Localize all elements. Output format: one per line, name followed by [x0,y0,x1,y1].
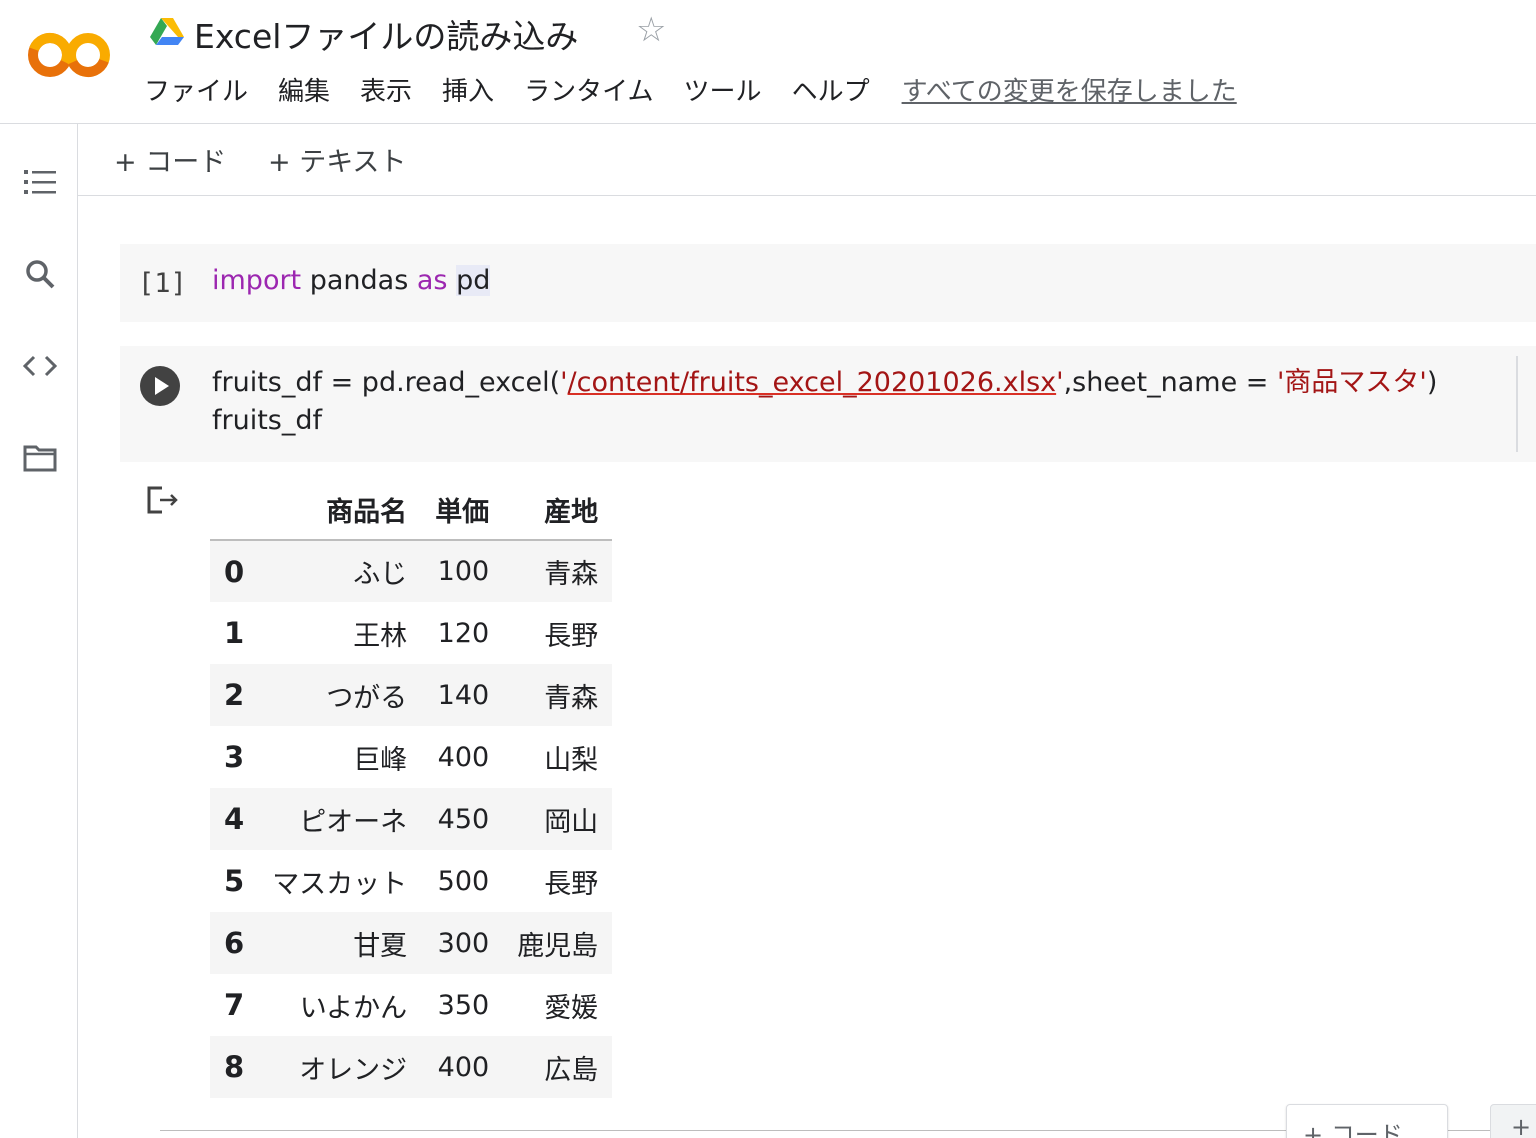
table-cell: マスカット [272,868,408,900]
table-cell: 140 [437,679,490,711]
code-text: pandas [301,265,417,296]
table-cell: 120 [437,617,490,649]
code-cell-read-excel[interactable]: fruits_df = pd.read_excel('/content/frui… [120,346,1536,462]
code-editor[interactable]: fruits_df = pd.read_excel('/content/frui… [212,364,1437,440]
menu-file[interactable]: ファイル [144,71,248,108]
table-row: 1 王林 120 長野 [210,602,612,664]
output-icon[interactable] [146,484,180,516]
table-cell: 300 [437,927,490,959]
keyword-as: as [416,265,448,296]
row-index: 5 [224,864,245,898]
menu-runtime[interactable]: ランタイム [524,71,653,108]
keyword-import: import [212,265,302,296]
add-code-button[interactable]: + コード [114,140,226,179]
code-string: ' [560,367,568,398]
table-cell: 400 [437,741,490,773]
code-text: ,sheet_name = [1063,367,1277,398]
table-cell: 愛媛 [544,992,599,1024]
notebook-toolbar: + コード + テキスト [78,124,1536,196]
table-cell: 巨峰 [353,744,408,776]
row-index: 1 [224,616,245,650]
star-icon[interactable]: ☆ [636,10,666,50]
table-cell: ピオーネ [299,806,408,838]
table-cell: いよかん [299,992,408,1024]
table-body: 0 ふじ 100 青森 1 王林 120 長野 2 つがる 140 青森 3 巨峰 400 山梨 4 ピオーネ 45… [210,540,613,1098]
code-text: ) [1426,367,1438,398]
table-row: 8 オレンジ 400 広島 [210,1036,613,1098]
table-row: 4 ピオーネ 450 岡山 [210,788,613,850]
row-index: 8 [224,1050,245,1084]
table-cell: 広島 [544,1054,599,1086]
code-cell-import[interactable]: [1] import pandas as pd [120,244,1536,322]
toc-icon[interactable] [20,162,60,202]
save-status-link[interactable]: すべての変更を保存しました [902,71,1237,108]
table-cell: 甘夏 [353,930,408,962]
table-header-row: 商品名 単価 産地 [210,480,613,541]
row-index: 6 [224,926,245,960]
code-snippets-icon[interactable] [20,346,60,386]
menubar: ファイル 編集 表示 挿入 ランタイム ツール ヘルプ すべての変更を保存しまし… [144,68,1237,110]
row-index: 4 [224,802,245,836]
cell-scroll-edge [1516,356,1518,452]
table-cell: 350 [437,989,490,1021]
code-string: ' [1056,367,1064,398]
table-row: 2 つがる 140 青森 [210,664,613,726]
table-cell: オレンジ [299,1054,408,1086]
notebook-title[interactable]: Excelファイルの読み込み [194,10,578,58]
code-editor[interactable]: import pandas as pd [212,262,491,300]
table-cell: 青森 [544,559,599,590]
column-header: 単価 [421,480,504,541]
menu-help[interactable]: ヘルプ [792,71,870,108]
table-cell: ふじ [353,559,408,590]
add-code-button-bottom[interactable]: + コード [1286,1104,1448,1138]
table-cell: 長野 [544,620,599,652]
menu-tools[interactable]: ツール [684,71,762,108]
table-row: 5 マスカット 500 長野 [210,850,612,912]
column-header: 産地 [503,480,613,541]
code-sheet-string: '商品マスタ' [1277,367,1427,398]
code-alias: pd [456,265,491,296]
drive-icon[interactable] [150,16,184,46]
code-path-string: /content/fruits_excel_20201026.xlsx [567,367,1057,398]
table-row: 7 いよかん 350 愛媛 [210,974,612,1036]
row-index: 2 [224,678,245,712]
table-row: 6 甘夏 300 鹿児島 [210,912,613,974]
header: Excelファイルの読み込み ☆ ファイル 編集 表示 挿入 ランタイム ツール… [0,0,1536,124]
menu-view[interactable]: 表示 [360,71,412,108]
dataframe-output: 商品名 単価 産地 0 ふじ 100 青森 1 王林 120 長野 2 つがる 140 青森 3 巨峰 40… [210,480,613,1098]
column-header [210,480,259,541]
add-text-button[interactable]: + テキスト [268,140,406,179]
search-icon[interactable] [20,254,60,294]
table-cell: 王林 [353,620,408,652]
table-cell: 500 [437,865,490,897]
left-sidebar [0,124,78,1138]
table-row: 0 ふじ 100 青森 [210,540,613,602]
code-line-2: fruits_df [212,405,323,436]
table-cell: 青森 [544,682,599,714]
menu-edit[interactable]: 編集 [278,71,330,108]
table-cell: 450 [437,803,490,835]
row-index: 0 [224,554,245,589]
execution-count: [1] [138,268,187,299]
table-cell: 100 [437,556,490,587]
folder-icon[interactable] [20,438,60,478]
table-cell: 山梨 [544,744,599,776]
run-cell-icon[interactable] [140,366,180,406]
colab-logo-icon[interactable] [28,30,112,80]
table-row: 3 巨峰 400 山梨 [210,726,612,788]
add-text-button-bottom[interactable]: + [1490,1104,1536,1138]
table-cell: 鹿児島 [517,930,599,962]
table-cell: つがる [326,682,408,714]
menu-insert[interactable]: 挿入 [442,71,494,108]
code-text: fruits_df = pd.read_excel( [212,367,561,398]
row-index: 3 [224,740,245,774]
table-cell: 400 [437,1051,490,1083]
row-index: 7 [224,988,245,1022]
table-cell: 長野 [544,868,599,900]
table-cell: 岡山 [544,806,599,838]
column-header: 商品名 [258,480,422,541]
